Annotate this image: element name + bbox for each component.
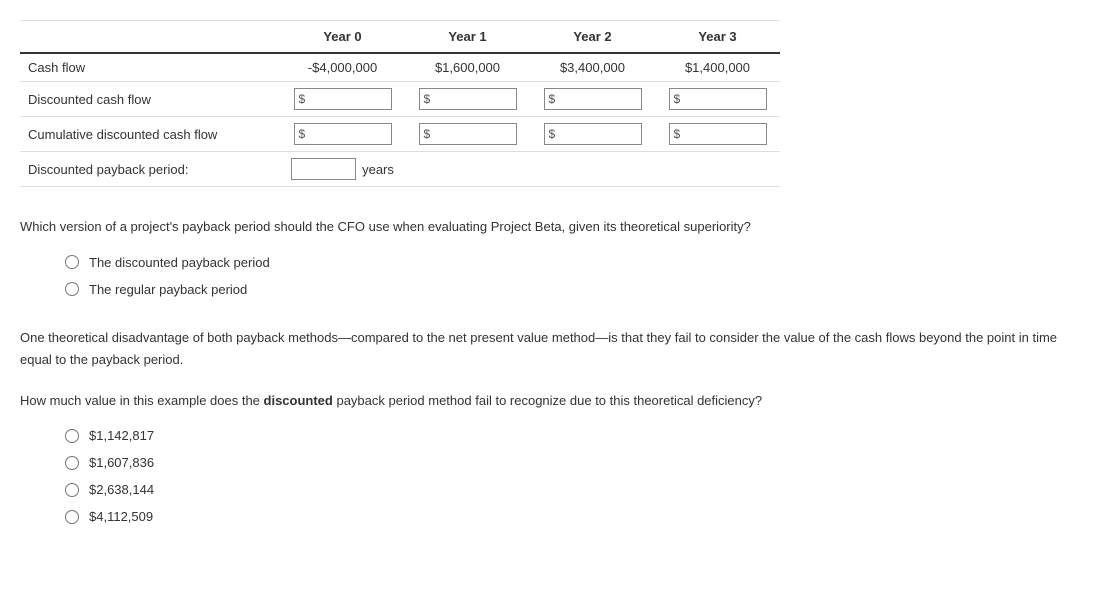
dollar-sign-icon: $ (295, 92, 310, 106)
cdcf-input-y3[interactable] (684, 125, 765, 143)
dcf-input-y3[interactable] (684, 90, 765, 108)
cash-flow-table-container: Year 0 Year 1 Year 2 Year 3 Cash flow -$… (20, 20, 1091, 187)
dollar-sign-icon: $ (420, 127, 435, 141)
cdcf-input-y2-wrap: $ (544, 123, 642, 145)
q2-radio-0[interactable] (65, 429, 79, 443)
q1-label-1[interactable]: The regular payback period (89, 282, 247, 297)
q2-label-0[interactable]: $1,142,817 (89, 428, 154, 443)
q1-radio-0[interactable] (65, 255, 79, 269)
cash-flow-y0: -$4,000,000 (280, 53, 405, 82)
header-year-1: Year 1 (405, 21, 530, 54)
q1-radio-1[interactable] (65, 282, 79, 296)
q2-text-bold: discounted (264, 393, 333, 408)
question-2-text: How much value in this example does the … (20, 391, 1091, 411)
header-year-3: Year 3 (655, 21, 780, 54)
dollar-sign-icon: $ (295, 127, 310, 141)
dollar-sign-icon: $ (420, 92, 435, 106)
q2-label-3[interactable]: $4,112,509 (89, 509, 153, 524)
dcf-input-y3-wrap: $ (669, 88, 767, 110)
dollar-sign-icon: $ (670, 127, 685, 141)
q2-option-3[interactable]: $4,112,509 (65, 509, 1091, 524)
q2-text-before: How much value in this example does the (20, 393, 264, 408)
table-row: Discounted cash flow $ $ $ $ (20, 82, 780, 117)
cdcf-input-y1-wrap: $ (419, 123, 517, 145)
dcf-input-y2[interactable] (559, 90, 640, 108)
dcf-input-y0[interactable] (309, 90, 390, 108)
discounted-cf-label: Discounted cash flow (20, 82, 280, 117)
years-suffix: years (356, 162, 394, 177)
q2-option-1[interactable]: $1,607,836 (65, 455, 1091, 470)
header-year-0: Year 0 (280, 21, 405, 54)
question-1-options: The discounted payback period The regula… (65, 255, 1091, 297)
q1-option-0[interactable]: The discounted payback period (65, 255, 1091, 270)
cdcf-input-y1[interactable] (434, 125, 515, 143)
q2-radio-3[interactable] (65, 510, 79, 524)
q2-label-1[interactable]: $1,607,836 (89, 455, 154, 470)
table-row: Cash flow -$4,000,000 $1,600,000 $3,400,… (20, 53, 780, 82)
question-1-text: Which version of a project's payback per… (20, 217, 1091, 237)
q2-option-2[interactable]: $2,638,144 (65, 482, 1091, 497)
dcf-input-y1-wrap: $ (419, 88, 517, 110)
cdcf-input-y3-wrap: $ (669, 123, 767, 145)
cdcf-input-y0[interactable] (309, 125, 390, 143)
table-row: Discounted payback period: years (20, 152, 780, 187)
cash-flow-table: Year 0 Year 1 Year 2 Year 3 Cash flow -$… (20, 20, 780, 187)
explanation-paragraph: One theoretical disadvantage of both pay… (20, 327, 1091, 371)
cdcf-input-y0-wrap: $ (294, 123, 392, 145)
cash-flow-y2: $3,400,000 (530, 53, 655, 82)
dollar-sign-icon: $ (670, 92, 685, 106)
q1-option-1[interactable]: The regular payback period (65, 282, 1091, 297)
table-row: Cumulative discounted cash flow $ $ $ $ (20, 117, 780, 152)
q1-label-0[interactable]: The discounted payback period (89, 255, 270, 270)
cash-flow-y1: $1,600,000 (405, 53, 530, 82)
q2-text-after: payback period method fail to recognize … (333, 393, 762, 408)
payback-years-wrap: years (291, 158, 394, 180)
dcf-input-y0-wrap: $ (294, 88, 392, 110)
q2-option-0[interactable]: $1,142,817 (65, 428, 1091, 443)
dcf-input-y2-wrap: $ (544, 88, 642, 110)
q2-radio-2[interactable] (65, 483, 79, 497)
table-header-row: Year 0 Year 1 Year 2 Year 3 (20, 21, 780, 54)
dcf-input-y1[interactable] (434, 90, 515, 108)
q2-radio-1[interactable] (65, 456, 79, 470)
q2-label-2[interactable]: $2,638,144 (89, 482, 154, 497)
header-year-2: Year 2 (530, 21, 655, 54)
payback-period-label: Discounted payback period: (20, 152, 280, 187)
dollar-sign-icon: $ (545, 127, 560, 141)
cdcf-input-y2[interactable] (559, 125, 640, 143)
cash-flow-label: Cash flow (20, 53, 280, 82)
payback-years-input[interactable] (291, 158, 356, 180)
cumulative-dcf-label: Cumulative discounted cash flow (20, 117, 280, 152)
cash-flow-y3: $1,400,000 (655, 53, 780, 82)
header-blank (20, 21, 280, 54)
dollar-sign-icon: $ (545, 92, 560, 106)
question-2-options: $1,142,817 $1,607,836 $2,638,144 $4,112,… (65, 428, 1091, 524)
